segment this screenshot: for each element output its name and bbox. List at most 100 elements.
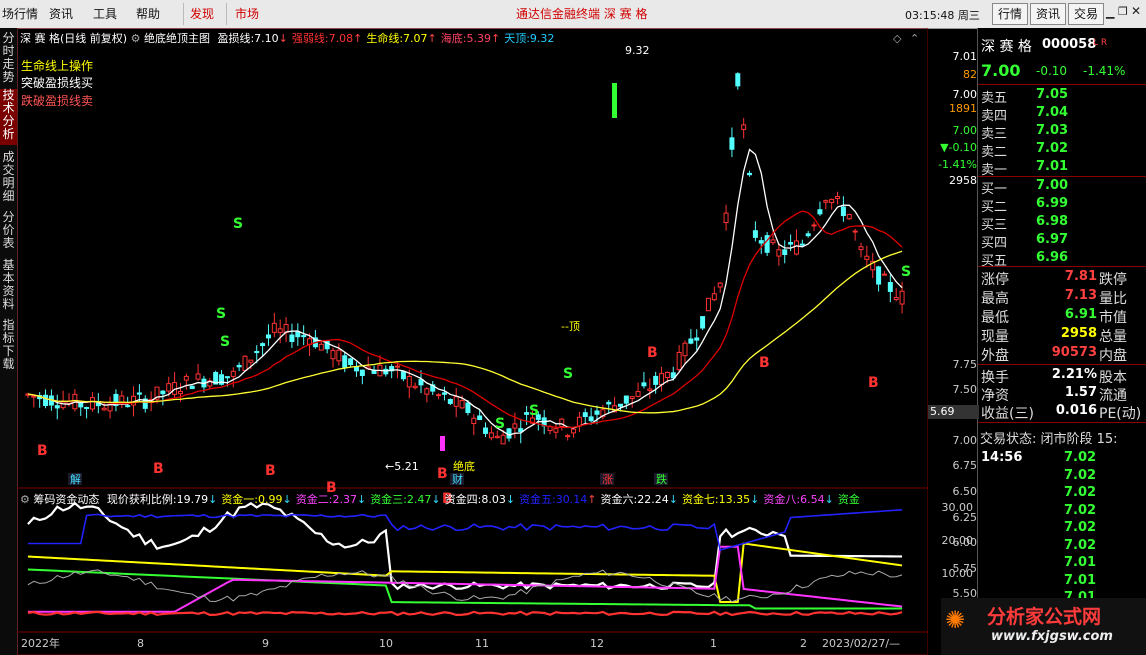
menu-tools[interactable]: 工具 xyxy=(93,5,117,22)
candle-body xyxy=(606,401,612,405)
stat-label: 现量 xyxy=(981,329,1009,345)
stat-label: 涨停 xyxy=(981,272,1009,288)
scale-value: 7.00 xyxy=(952,88,978,101)
stat-label-2: 市值 xyxy=(1099,310,1127,326)
settings-icon[interactable]: ⚙ xyxy=(131,32,141,45)
bid-price: 6.98 xyxy=(1036,214,1069,229)
kline-chart[interactable]: SSSSSSSBB BBBBBBB9.32←5.21--顶绝底解财涨跌2022年 8… xyxy=(17,28,928,655)
tab-basic-info[interactable]: 基本资料 xyxy=(0,259,17,311)
candle-body xyxy=(183,375,189,381)
ask-price: 7.05 xyxy=(1036,87,1069,102)
candle-body xyxy=(84,406,90,409)
sub-param-arrow: ↓ xyxy=(282,493,292,506)
stat2-row: 收益(三) 0.016 PE(动) xyxy=(978,403,1146,422)
bid-price: 6.96 xyxy=(1036,250,1069,265)
close-icon[interactable]: ✕ xyxy=(1131,4,1141,18)
candle-body xyxy=(588,416,594,422)
event-tag[interactable]: 涨 xyxy=(602,473,613,486)
candle-body xyxy=(301,335,307,338)
candle-body xyxy=(864,255,870,260)
candle-body xyxy=(676,351,682,371)
note-lifeline: 生命线上操作 xyxy=(21,59,94,73)
candle-body xyxy=(60,401,66,409)
bid-label: 买一 xyxy=(981,182,1008,197)
y-tick-label: 6.75 xyxy=(952,459,978,472)
candle-body xyxy=(242,355,248,371)
tab-price-table[interactable]: 分价表 xyxy=(0,211,17,251)
menu-market[interactable]: 市场 xyxy=(235,5,259,22)
candle-body xyxy=(565,435,571,438)
signal-bar xyxy=(440,436,445,451)
candle-body xyxy=(189,385,195,390)
indicator-name[interactable]: 绝底绝顶主图 xyxy=(144,32,210,45)
price-marker: 5.69 xyxy=(928,405,979,419)
candle-body xyxy=(277,328,283,333)
candle-body xyxy=(236,364,242,368)
candle-body xyxy=(54,405,60,409)
bid-price: 6.99 xyxy=(1036,196,1069,211)
settings-icon[interactable]: ⚙ xyxy=(20,493,30,506)
candle-body xyxy=(811,224,817,227)
stat2-label: 净资 xyxy=(981,388,1009,404)
sub-param-label: 资金三: xyxy=(370,493,407,506)
restore-icon[interactable]: ❐ xyxy=(1118,5,1128,18)
price-scale-column: 7.01 82 7.00 1891 7.00 ▼-0.10 -1.41% 2958 7.75 7.… xyxy=(928,28,979,655)
sub-param-7: 资金七:13.35↓ xyxy=(682,493,759,506)
candle-body xyxy=(424,388,430,395)
sell-signal-mark: S xyxy=(901,264,911,280)
sell-signal-mark: S xyxy=(529,403,539,419)
high-price-label: 9.32 xyxy=(625,44,650,57)
event-tag[interactable]: 解 xyxy=(70,472,81,486)
watermark-logo-icon: ✺ xyxy=(945,606,966,634)
candle-body xyxy=(770,239,776,244)
quotes-button[interactable]: 行情 xyxy=(992,3,1028,25)
tab-indicator-download[interactable]: 指标下载 xyxy=(0,319,17,371)
sub-chart-legend: ⚙ 筹码资金动态 现价获利比例:19.79↓ 资金一:0.99↓ 资金二:2.37↓… xyxy=(20,491,860,507)
candle-body xyxy=(653,375,659,385)
stat2-label: 收益(三) xyxy=(981,406,1034,422)
tab-technical-analysis[interactable]: 技术分析 xyxy=(0,89,17,145)
watermark-title: 分析家公式网 xyxy=(987,606,1102,628)
menu-news[interactable]: 资讯 xyxy=(49,5,73,22)
time-axis-label: 1 xyxy=(710,637,717,650)
stock-flags: L R xyxy=(1093,38,1108,48)
menu-market-quotes[interactable]: 场行情 xyxy=(2,5,38,22)
chart-area[interactable]: S S S S S S S B B B B B B B B B 9.32 ←5.21 --顶 绝底解财涨跌 2022年 8… xyxy=(17,28,928,655)
sub-param-arrow: ↓ xyxy=(750,493,760,506)
candle-body xyxy=(348,358,354,366)
sub-param-arrow: ↓ xyxy=(431,493,441,506)
candle-body xyxy=(623,395,629,404)
minimize-icon[interactable]: ▁ xyxy=(1106,6,1114,19)
diamond-icon[interactable]: ◇ xyxy=(893,32,902,45)
news-button[interactable]: 资讯 xyxy=(1030,3,1066,25)
stat-row: 涨停 7.81 跌停 xyxy=(978,269,1146,288)
chart-frame xyxy=(17,28,928,655)
tab-trade-details[interactable]: 成交明细 xyxy=(0,151,17,203)
sub-indicator-name[interactable]: 筹码资金动态 xyxy=(33,493,99,506)
candle-body xyxy=(518,428,524,433)
collapse-icon[interactable]: ⌃ xyxy=(910,32,919,45)
event-tag[interactable]: 财 xyxy=(452,472,463,486)
sub-param-arrow: ↓ xyxy=(505,493,516,506)
scale-value: 82 xyxy=(963,68,977,81)
stat-label-2: 总量 xyxy=(1099,329,1127,345)
price-change: -0.10 xyxy=(1036,64,1068,78)
sub-param-3: 资金三:2.47↓ xyxy=(370,493,440,506)
menu-help[interactable]: 帮助 xyxy=(136,5,160,22)
candle-body xyxy=(336,349,342,362)
candle-body xyxy=(318,343,324,351)
main-param-0: 盈损线:7.10↓ xyxy=(217,32,287,45)
candle-body xyxy=(799,243,805,246)
tab-intraday[interactable]: 分时走势 xyxy=(0,32,17,84)
candle-body xyxy=(524,412,530,415)
bid-label: 买三 xyxy=(981,218,1008,233)
trade-button[interactable]: 交易 xyxy=(1068,3,1104,25)
sub-param-9: 资金 xyxy=(838,493,860,506)
event-tag[interactable]: 跌 xyxy=(656,472,667,486)
menu-discover[interactable]: 发现 xyxy=(190,5,214,22)
main-param-label: 盈损线: xyxy=(217,32,255,45)
candle-body xyxy=(436,394,442,397)
candle-body xyxy=(248,359,254,363)
stock-period-label: 深 赛 格(日线 前复权) xyxy=(20,32,128,45)
stock-name: 深 赛 格 xyxy=(981,39,1032,55)
